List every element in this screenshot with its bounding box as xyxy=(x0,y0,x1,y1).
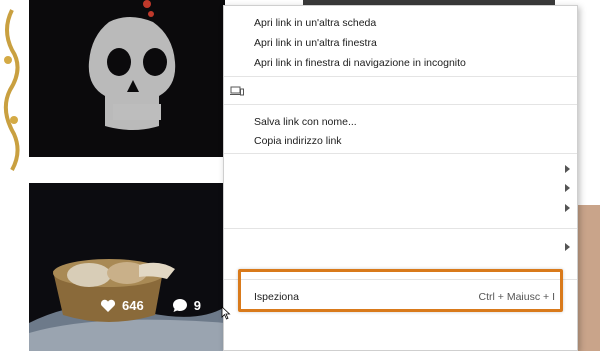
comment-bubble-icon xyxy=(172,299,187,312)
comments-stat: 9 xyxy=(172,298,201,313)
left-strip xyxy=(0,0,22,351)
menu-item-open-new-tab[interactable]: Apri link in un'altra scheda xyxy=(254,17,376,29)
submenu-arrow-icon[interactable] xyxy=(565,204,570,212)
post-image-bread-basket[interactable] xyxy=(29,183,225,351)
comments-count: 9 xyxy=(193,298,201,313)
menu-separator xyxy=(224,153,577,154)
menu-separator xyxy=(224,76,577,77)
submenu-arrow-icon[interactable] xyxy=(565,165,570,173)
menu-item-open-incognito[interactable]: Apri link in finestra di navigazione in … xyxy=(254,57,466,69)
post-image-skull[interactable] xyxy=(29,0,225,157)
inspect-highlight-frame xyxy=(238,269,563,312)
menu-separator xyxy=(224,104,577,105)
menu-separator xyxy=(224,228,577,229)
mouse-pointer-icon xyxy=(221,306,231,320)
post-stats-overlay: 646 9 xyxy=(100,298,201,313)
menu-item-cast-device[interactable] xyxy=(230,84,244,102)
menu-item-save-link-as[interactable]: Salva link con nome... xyxy=(254,116,357,128)
likes-count: 646 xyxy=(122,298,144,313)
submenu-arrow-icon[interactable] xyxy=(565,243,570,251)
submenu-arrow-icon[interactable] xyxy=(565,184,570,192)
bread-basket-painting xyxy=(29,183,225,351)
cast-device-icon xyxy=(230,86,244,96)
gold-ornament-image xyxy=(3,9,20,171)
menu-item-copy-link-address[interactable]: Copia indirizzo link xyxy=(254,135,342,147)
glass-skull-artwork xyxy=(29,0,225,157)
heart-icon xyxy=(100,299,116,312)
likes-stat: 646 xyxy=(100,298,144,313)
menu-item-open-new-window[interactable]: Apri link in un'altra finestra xyxy=(254,37,377,49)
